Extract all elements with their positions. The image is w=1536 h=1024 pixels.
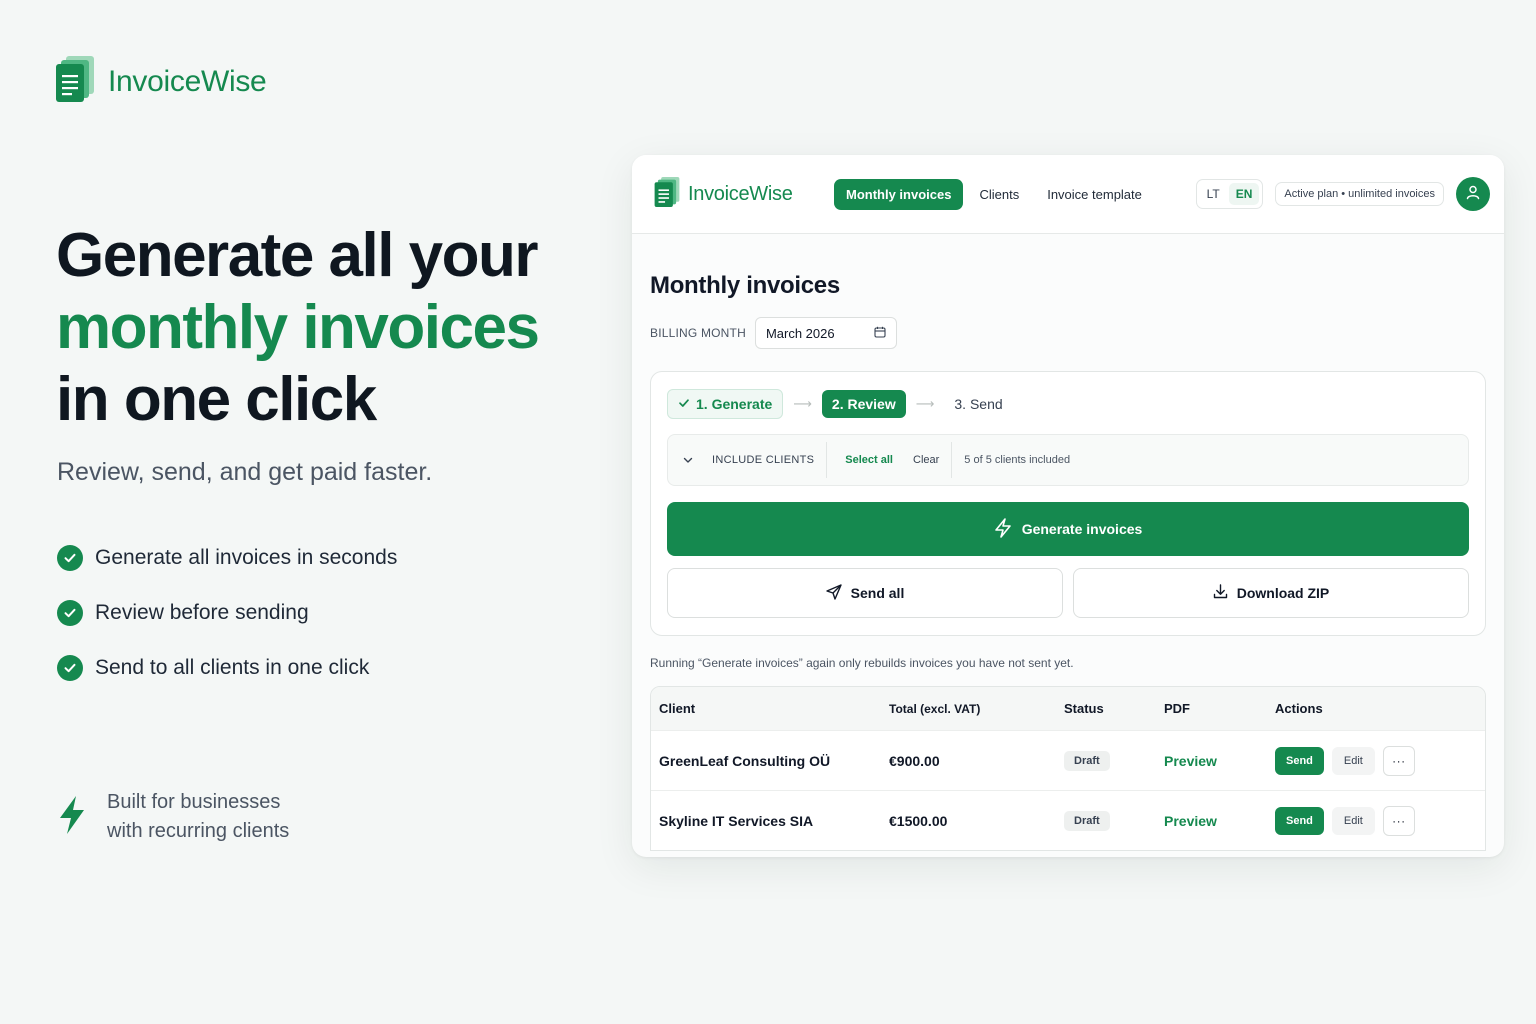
- app-brand-name: InvoiceWise: [688, 182, 793, 205]
- hero-title-line-2: monthly invoices: [56, 293, 540, 362]
- brand-name: InvoiceWise: [108, 64, 267, 98]
- app-topbar: InvoiceWise Monthly invoices Clients Inv…: [632, 155, 1504, 234]
- built-for-note: Built for businesses with recurring clie…: [57, 788, 289, 846]
- col-status: Status: [1064, 701, 1104, 716]
- preview-link[interactable]: Preview: [1164, 753, 1217, 769]
- include-clients-label: INCLUDE CLIENTS: [712, 442, 828, 478]
- row-total: €1500.00: [889, 812, 948, 829]
- built-line-1: Built for businesses: [107, 791, 281, 813]
- hero-subtitle: Review, send, and get paid faster.: [57, 458, 433, 486]
- row-send-button[interactable]: Send: [1275, 806, 1324, 835]
- feature-text: Review before sending: [95, 600, 309, 624]
- check-circle-icon: [57, 654, 83, 681]
- generate-invoices-button[interactable]: Generate invoices: [667, 502, 1469, 556]
- check-circle-icon: [57, 544, 83, 571]
- chevron-down-icon[interactable]: [682, 454, 694, 466]
- more-icon[interactable]: ···: [1382, 745, 1415, 776]
- generate-invoices-label: Generate invoices: [1021, 521, 1143, 537]
- status-badge: Draft: [1064, 810, 1110, 831]
- row-send-button[interactable]: Send: [1275, 746, 1324, 775]
- built-line-2: with recurring clients: [107, 820, 290, 842]
- nav-monthly-invoices[interactable]: Monthly invoices: [834, 178, 964, 210]
- hero-title-line-1: Generate all your: [56, 221, 539, 290]
- step-send[interactable]: 3. Send: [944, 390, 1012, 418]
- send-icon: [825, 583, 842, 603]
- nav-clients[interactable]: Clients: [967, 179, 1031, 210]
- billing-month-picker[interactable]: March 2026: [754, 317, 897, 349]
- invoices-table: Client Total (excl. VAT) Status PDF Acti…: [650, 686, 1486, 851]
- status-badge: Draft: [1064, 750, 1110, 771]
- hero-title: Generate all your monthly invoices in on…: [56, 220, 576, 436]
- feature-item: Review before sending: [57, 585, 397, 640]
- clear-link[interactable]: Clear: [913, 442, 953, 478]
- col-pdf: PDF: [1164, 701, 1190, 716]
- send-all-label: Send all: [850, 585, 905, 601]
- document-stack-icon: [56, 56, 94, 107]
- main-content: Monthly invoices BILLING MONTH March 202…: [632, 272, 1504, 851]
- document-stack-icon: [654, 176, 680, 212]
- check-icon: [678, 396, 690, 412]
- table-header: Client Total (excl. VAT) Status PDF Acti…: [651, 687, 1485, 730]
- col-actions: Actions: [1275, 701, 1323, 716]
- lightning-icon: [994, 517, 1012, 541]
- nav-invoice-template[interactable]: Invoice template: [1035, 179, 1154, 210]
- brand: InvoiceWise: [56, 56, 267, 107]
- feature-text: Generate all invoices in seconds: [95, 545, 398, 569]
- row-client: Skyline IT Services SIA: [659, 812, 814, 829]
- row-edit-button[interactable]: Edit: [1331, 806, 1375, 835]
- lightning-bolt-icon: [57, 795, 87, 840]
- secondary-actions: Send all Download ZIP: [667, 568, 1469, 618]
- billing-month-value: March 2026: [765, 325, 835, 341]
- row-client: GreenLeaf Consulting OÜ: [659, 752, 831, 769]
- step-arrow: ⟶: [915, 396, 935, 411]
- row-total: €900.00: [889, 752, 940, 769]
- regenerate-note: Running “Generate invoices” again only r…: [650, 656, 1074, 670]
- included-count: 5 of 5 clients included: [964, 454, 1071, 466]
- download-icon: [1213, 584, 1228, 602]
- calendar-icon: [874, 326, 886, 341]
- user-avatar[interactable]: [1456, 177, 1490, 211]
- app-window: InvoiceWise Monthly invoices Clients Inv…: [632, 155, 1504, 857]
- stepper: 1. Generate ⟶ 2. Review ⟶ 3. Send: [667, 389, 1469, 419]
- col-total: Total (excl. VAT): [889, 701, 981, 716]
- check-circle-icon: [57, 599, 83, 626]
- more-icon[interactable]: ···: [1382, 805, 1415, 836]
- download-zip-label: Download ZIP: [1236, 585, 1330, 601]
- page-title: Monthly invoices: [650, 272, 840, 299]
- lang-lt[interactable]: LT: [1200, 183, 1227, 205]
- step-generate[interactable]: 1. Generate: [667, 389, 784, 419]
- user-icon: [1465, 184, 1481, 205]
- workflow-panel: 1. Generate ⟶ 2. Review ⟶ 3. Send INCLUD…: [650, 371, 1486, 636]
- app-brand[interactable]: InvoiceWise: [654, 176, 834, 212]
- feature-item: Send to all clients in one click: [57, 640, 397, 695]
- feature-list: Generate all invoices in seconds Review …: [57, 530, 397, 695]
- step-generate-label: 1. Generate: [696, 396, 773, 412]
- hero-title-line-3: in one click: [56, 365, 377, 434]
- select-all-link[interactable]: Select all: [845, 454, 893, 466]
- include-clients-bar: INCLUDE CLIENTS Select all Clear 5 of 5 …: [667, 434, 1469, 486]
- step-review[interactable]: 2. Review: [821, 390, 906, 418]
- step-arrow: ⟶: [793, 396, 812, 411]
- plan-badge: Active plan • unlimited invoices: [1275, 182, 1444, 206]
- row-edit-button[interactable]: Edit: [1331, 746, 1375, 775]
- send-all-button[interactable]: Send all: [667, 568, 1063, 618]
- download-zip-button[interactable]: Download ZIP: [1073, 568, 1469, 618]
- language-switcher: LT EN: [1195, 179, 1264, 209]
- billing-month-label: BILLING MONTH: [650, 326, 746, 340]
- lang-en[interactable]: EN: [1228, 183, 1260, 205]
- table-row: GreenLeaf Consulting OÜ €900.00 Draft Pr…: [651, 730, 1485, 790]
- col-client: Client: [659, 701, 696, 716]
- feature-text: Send to all clients in one click: [95, 655, 370, 679]
- preview-link[interactable]: Preview: [1164, 813, 1217, 829]
- billing-month-row: BILLING MONTH March 2026: [650, 317, 1486, 349]
- table-row: Skyline IT Services SIA €1500.00 Draft P…: [651, 790, 1485, 850]
- feature-item: Generate all invoices in seconds: [57, 530, 397, 585]
- main-nav: Monthly invoices Clients Invoice templat…: [834, 178, 1154, 210]
